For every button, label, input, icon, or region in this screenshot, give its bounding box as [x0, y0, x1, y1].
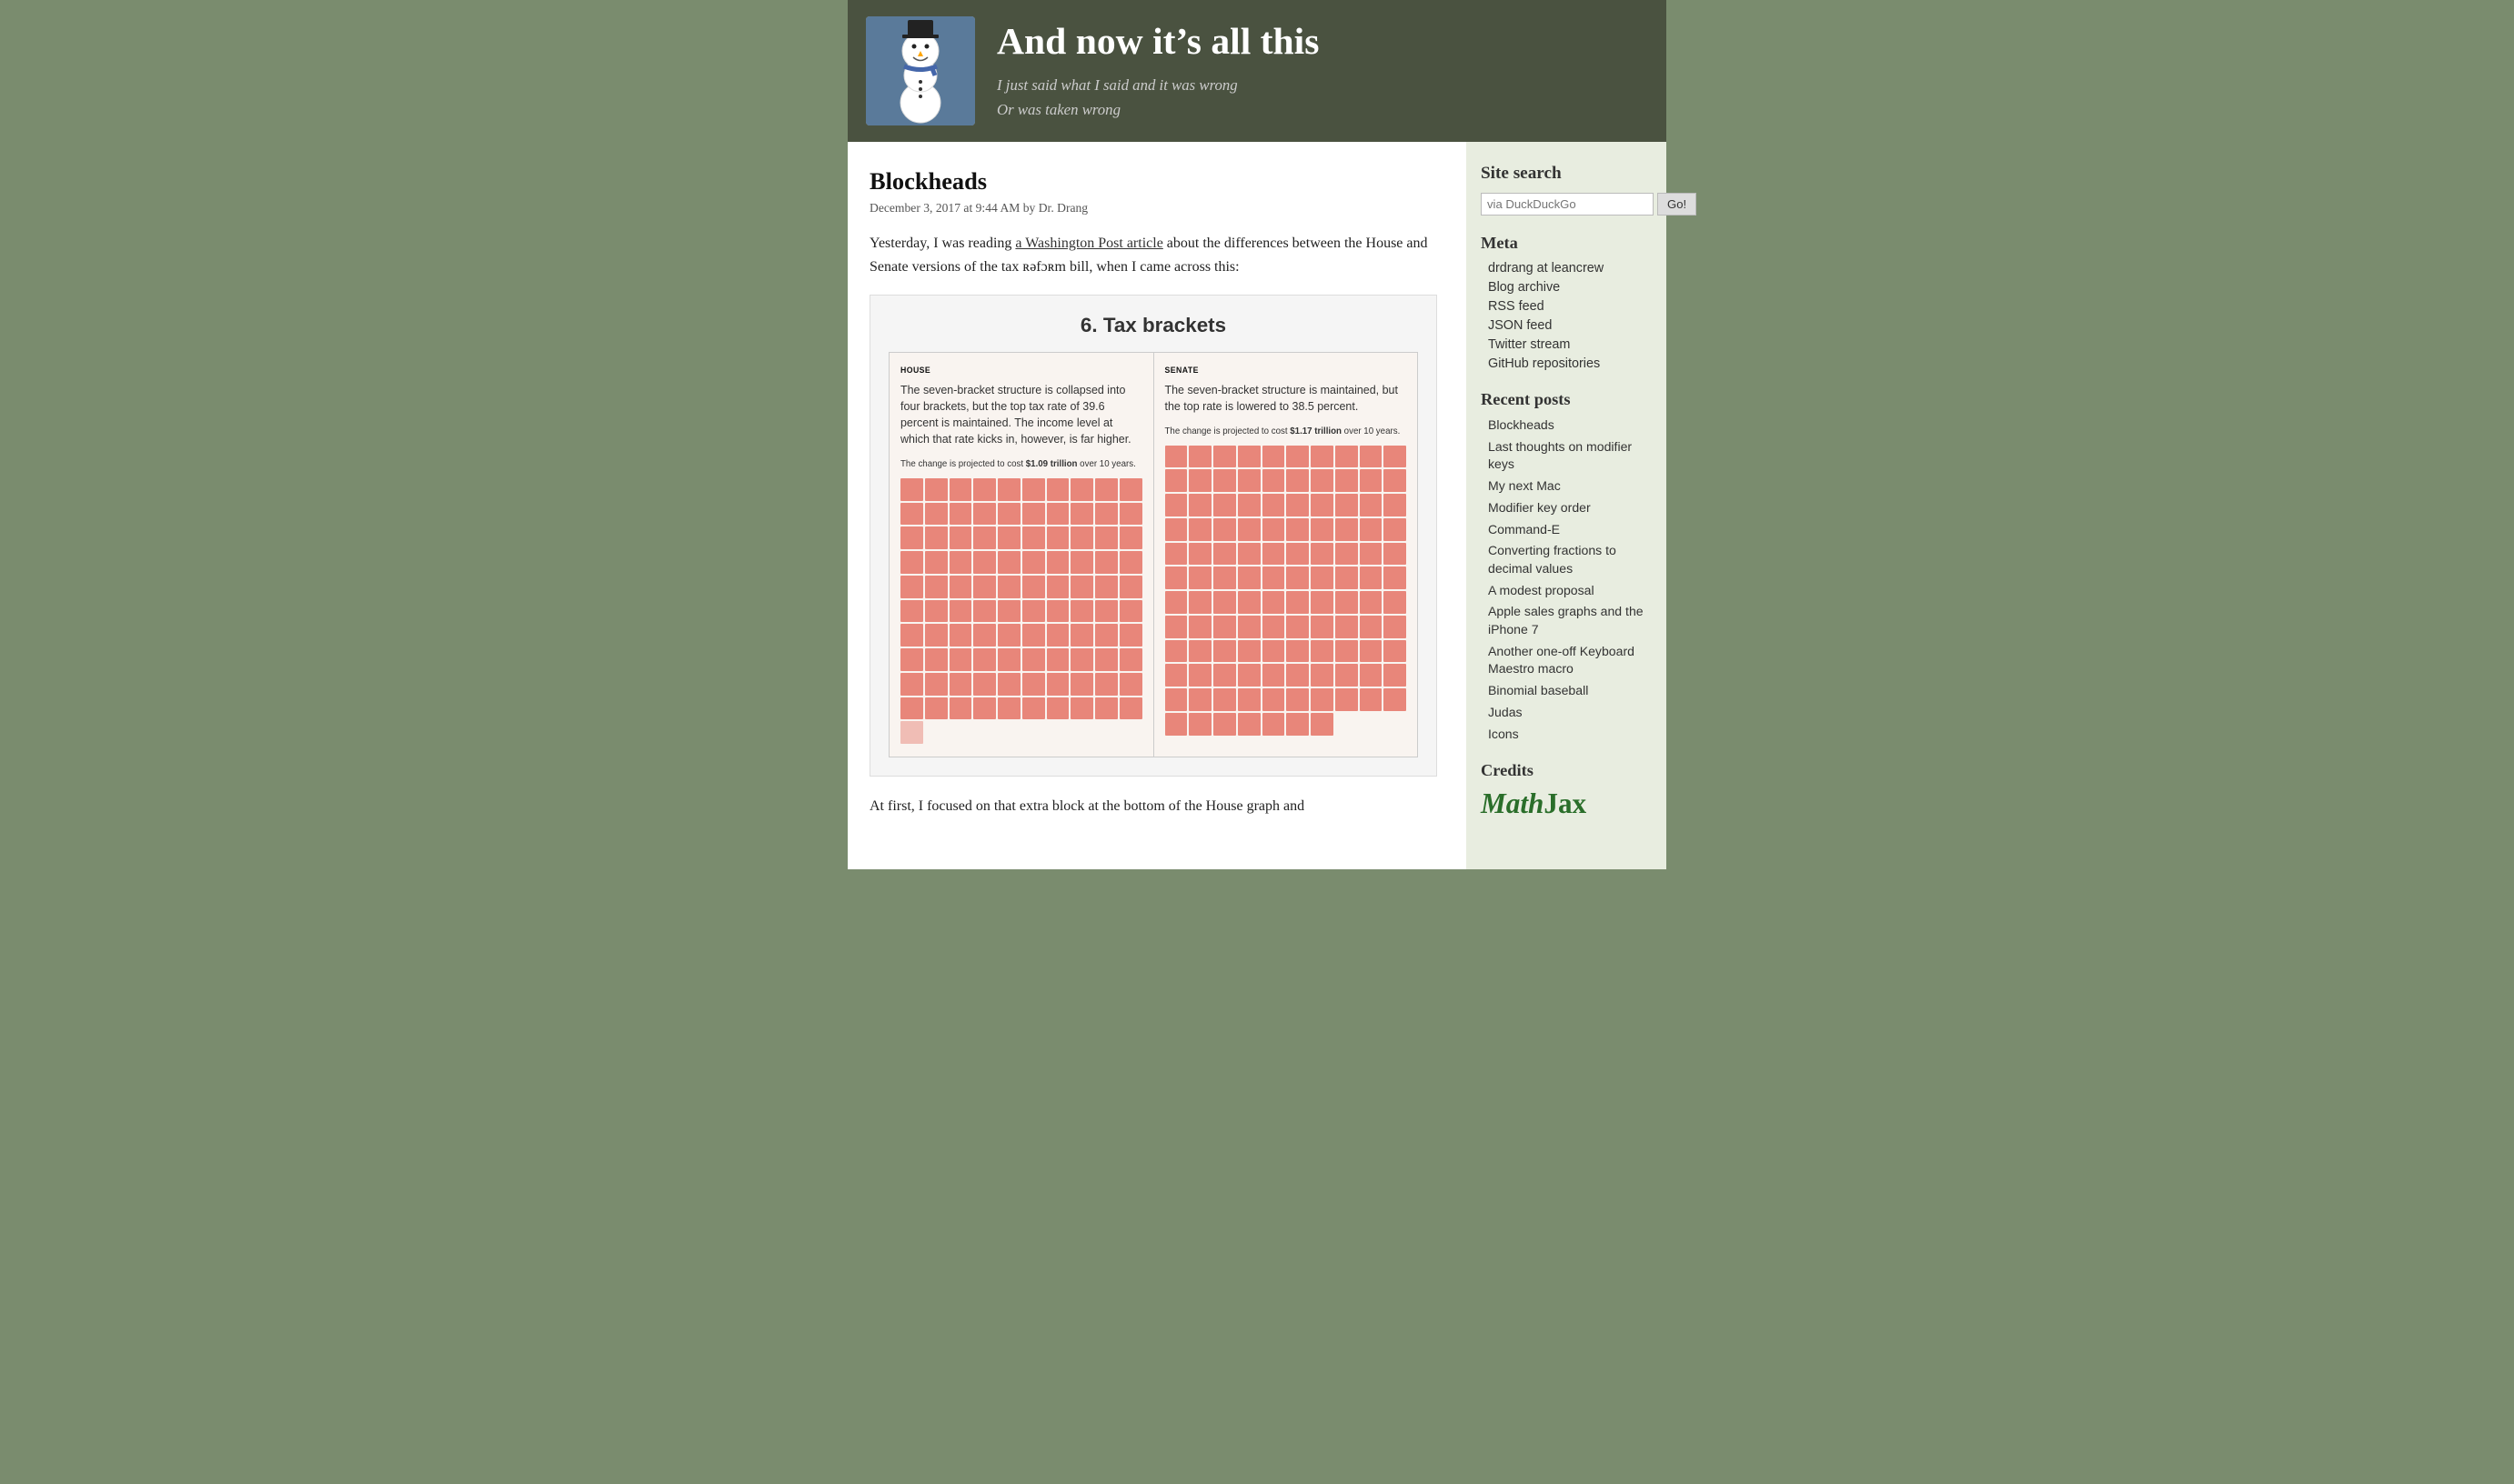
recent-post-link-command-e[interactable]: Command-E: [1488, 522, 1560, 536]
recent-post-link-modest-proposal[interactable]: A modest proposal: [1488, 583, 1594, 597]
meta-link-twitter[interactable]: Twitter stream: [1488, 337, 1570, 352]
post-body: Yesterday, I was reading a Washington Po…: [870, 232, 1437, 818]
senate-column: SENATE The seven-bracket structure is ma…: [1154, 353, 1418, 757]
meta-section-title: Meta: [1481, 234, 1652, 253]
senate-grid: [1165, 446, 1407, 736]
search-input[interactable]: [1481, 193, 1654, 216]
recent-post-link-binomial[interactable]: Binomial baseball: [1488, 683, 1588, 697]
tagline-line2: Or was taken wrong: [997, 101, 1121, 118]
main-content: Blockheads December 3, 2017 at 9:44 AM b…: [848, 142, 1466, 869]
recent-post-item: A modest proposal: [1481, 582, 1652, 600]
site-tagline: I just said what I said and it was wrong…: [997, 74, 1319, 123]
recent-posts-list: Blockheads Last thoughts on modifier key…: [1481, 416, 1652, 743]
chart-title: 6. Tax brackets: [889, 314, 1418, 337]
credits-section-title: Credits: [1481, 761, 1652, 780]
post-title: Blockheads: [870, 167, 1437, 196]
meta-link-json[interactable]: JSON feed: [1488, 318, 1552, 333]
search-section-title: Site search: [1481, 164, 1652, 184]
content-area: Blockheads December 3, 2017 at 9:44 AM b…: [848, 142, 1666, 869]
recent-posts-section-title: Recent posts: [1481, 390, 1652, 409]
recent-post-link-fractions[interactable]: Converting fractions to decimal values: [1488, 543, 1616, 576]
house-column: HOUSE The seven-bracket structure is col…: [890, 353, 1154, 757]
search-button[interactable]: Go!: [1657, 193, 1696, 216]
recent-post-link-next-mac[interactable]: My next Mac: [1488, 478, 1561, 493]
tax-columns: HOUSE The seven-bracket structure is col…: [889, 352, 1418, 757]
tagline-line1: I just said what I said and it was wrong: [997, 76, 1238, 94]
recent-post-link-modifier-key-order[interactable]: Modifier key order: [1488, 500, 1591, 515]
post-paragraph-2: At first, I focused on that extra block …: [870, 795, 1437, 818]
sidebar: Site search Go! Meta drdrang at leancrew…: [1466, 142, 1666, 869]
tax-bracket-chart: 6. Tax brackets HOUSE The seven-bracket …: [870, 295, 1437, 777]
search-form: Go!: [1481, 193, 1652, 216]
recent-post-item: Command-E: [1481, 521, 1652, 539]
meta-links-list: drdrang at leancrew Blog archive RSS fee…: [1481, 260, 1652, 372]
recent-post-item: Binomial baseball: [1481, 682, 1652, 700]
recent-post-item: Last thoughts on modifier keys: [1481, 438, 1652, 474]
house-grid: [900, 478, 1142, 744]
meta-link-item: Blog archive: [1481, 279, 1652, 296]
recent-post-item: Modifier key order: [1481, 499, 1652, 517]
meta-link-github[interactable]: GitHub repositories: [1488, 356, 1600, 371]
blog-post: Blockheads December 3, 2017 at 9:44 AM b…: [870, 167, 1437, 818]
meta-link-blog-archive[interactable]: Blog archive: [1488, 280, 1560, 295]
recent-post-item: Another one-off Keyboard Maestro macro: [1481, 643, 1652, 678]
senate-desc: The seven-bracket structure is maintaine…: [1165, 382, 1407, 415]
house-cost: The change is projected to cost $1.09 tr…: [900, 458, 1142, 471]
meta-link-item: GitHub repositories: [1481, 356, 1652, 372]
header-text: And now it’s all this I just said what I…: [997, 19, 1319, 123]
post-paragraph-1: Yesterday, I was reading a Washington Po…: [870, 232, 1437, 280]
recent-post-item: Blockheads: [1481, 416, 1652, 435]
site-title: And now it’s all this: [997, 19, 1319, 65]
house-desc: The seven-bracket structure is collapsed…: [900, 382, 1142, 447]
house-label: HOUSE: [900, 366, 1142, 375]
meta-link-item: Twitter stream: [1481, 336, 1652, 353]
recent-post-item: Converting fractions to decimal values: [1481, 542, 1652, 577]
recent-post-link-modifier-keys[interactable]: Last thoughts on modifier keys: [1488, 439, 1632, 472]
senate-label: SENATE: [1165, 366, 1407, 375]
recent-post-item: My next Mac: [1481, 477, 1652, 496]
meta-link-item: RSS feed: [1481, 298, 1652, 315]
meta-link-rss[interactable]: RSS feed: [1488, 299, 1544, 314]
credits-logo: MathJax: [1481, 787, 1652, 820]
senate-cost: The change is projected to cost $1.17 tr…: [1165, 426, 1407, 438]
recent-post-link-judas[interactable]: Judas: [1488, 705, 1523, 719]
site-header: And now it’s all this I just said what I…: [848, 0, 1666, 142]
recent-post-item: Icons: [1481, 726, 1652, 744]
meta-link-item: drdrang at leancrew: [1481, 260, 1652, 276]
recent-post-link-icons[interactable]: Icons: [1488, 727, 1519, 741]
recent-post-link-keyboard-maestro[interactable]: Another one-off Keyboard Maestro macro: [1488, 644, 1634, 677]
post-meta: December 3, 2017 at 9:44 AM by Dr. Drang: [870, 201, 1437, 216]
recent-post-link-blockheads[interactable]: Blockheads: [1488, 417, 1554, 432]
site-avatar: [866, 16, 975, 125]
washington-post-link[interactable]: a Washington Post article: [1015, 236, 1162, 251]
recent-post-item: Judas: [1481, 704, 1652, 722]
meta-link-drdrang[interactable]: drdrang at leancrew: [1488, 261, 1604, 276]
recent-post-item: Apple sales graphs and the iPhone 7: [1481, 603, 1652, 638]
recent-post-link-apple-sales[interactable]: Apple sales graphs and the iPhone 7: [1488, 604, 1644, 637]
meta-link-item: JSON feed: [1481, 317, 1652, 334]
